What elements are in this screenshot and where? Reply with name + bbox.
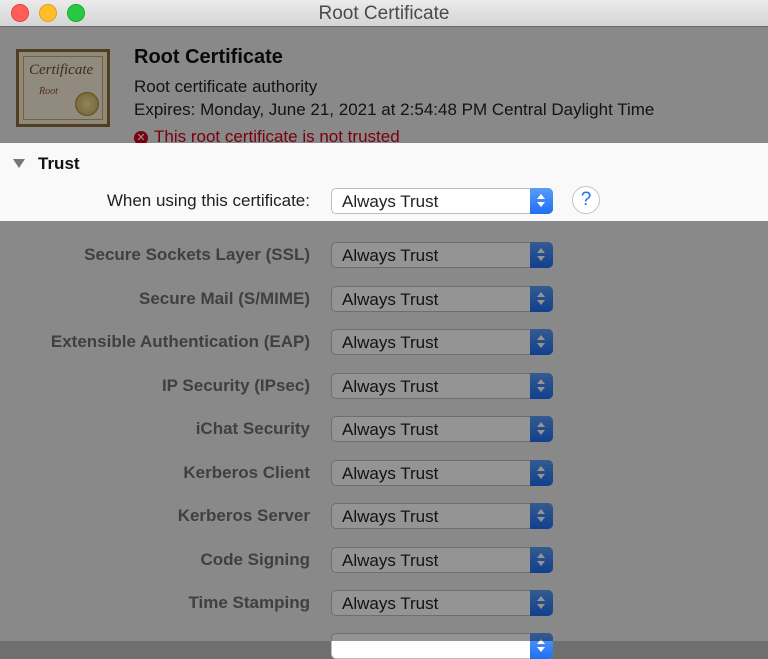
popup-stepper-icon <box>530 188 553 214</box>
when-using-value: Always Trust <box>342 192 439 211</box>
dim-overlay-top <box>0 26 768 143</box>
help-button[interactable]: ? <box>572 186 600 214</box>
when-using-popup[interactable]: Always Trust <box>331 188 553 214</box>
when-using-label: When using this certificate: <box>106 191 310 210</box>
certificate-window: Root Certificate Certificate Root Root C… <box>0 0 768 659</box>
window-title: Root Certificate <box>318 3 450 24</box>
title-bar[interactable]: Root Certificate <box>0 0 768 27</box>
trust-heading[interactable]: Trust <box>38 154 80 174</box>
dim-overlay-bottom <box>0 221 768 641</box>
disclosure-triangle-icon[interactable] <box>13 159 25 168</box>
